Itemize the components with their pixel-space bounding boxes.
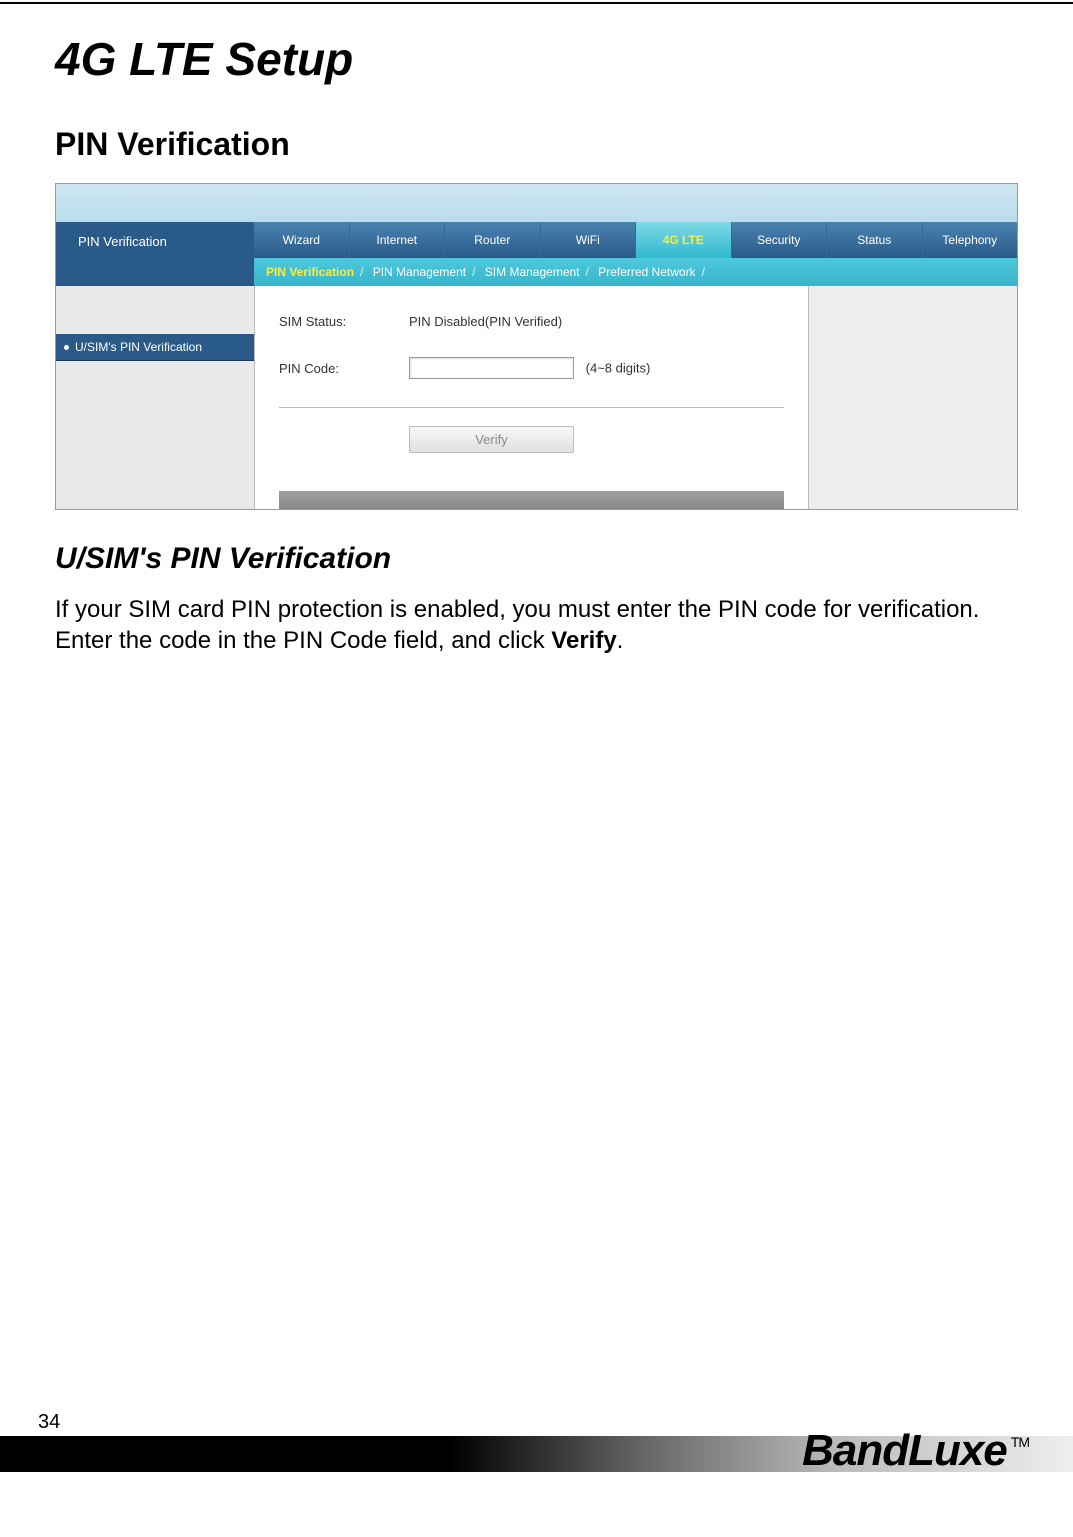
tab-router[interactable]: Router [444,222,540,258]
body-text-b: . [617,627,624,654]
tab-4g-lte[interactable]: 4G LTE [635,222,731,258]
tab-wifi[interactable]: WiFi [540,222,636,258]
sub-heading: U/SIM's PIN Verification [55,542,1018,576]
subnav-preferred-network[interactable]: Preferred Network [598,265,695,279]
sim-status-label: SIM Status: [279,314,409,329]
tab-security[interactable]: Security [731,222,827,258]
separator-icon: / [702,265,705,279]
sidebar-item-label: U/SIM's PIN Verification [75,340,202,354]
content-bottom-bar [279,491,784,509]
subnav-sim-management[interactable]: SIM Management [485,265,580,279]
main-heading: 4G LTE Setup [55,32,1018,86]
sidebar-item-pin-verification[interactable]: U/SIM's PIN Verification [56,334,254,361]
subnav-pin-management[interactable]: PIN Management [373,265,466,279]
brand-logo: BandLuxeTM [802,1426,1029,1476]
section-heading: PIN Verification [55,126,1018,163]
brand-text: BandLuxe [802,1426,1007,1475]
verify-button[interactable]: Verify [409,426,574,453]
tab-telephony[interactable]: Telephony [922,222,1018,258]
main-tabs: Wizard Internet Router WiFi 4G LTE Secur… [254,222,1017,258]
trademark-icon: TM [1011,1434,1029,1450]
body-text-bold: Verify [551,627,616,654]
bullet-icon [64,345,69,350]
subnav-pin-verification[interactable]: PIN Verification [266,265,354,279]
content-right-pane [809,286,1017,509]
tab-internet[interactable]: Internet [349,222,445,258]
pin-code-label: PIN Code: [279,361,409,376]
page-number: 34 [38,1411,60,1434]
pin-hint: (4~8 digits) [586,361,651,376]
body-text-a: If your SIM card PIN protection is enabl… [55,596,979,654]
sim-status-value: PIN Disabled(PIN Verified) [409,314,784,329]
separator-icon: / [586,265,589,279]
pin-code-input[interactable] [409,357,574,379]
separator-icon: / [472,265,475,279]
content-panel: SIM Status: PIN Disabled(PIN Verified) P… [254,286,809,509]
separator-icon: / [360,265,363,279]
tab-wizard[interactable]: Wizard [254,222,349,258]
divider [279,407,784,408]
sub-nav: PIN Verification / PIN Management / SIM Ma… [254,258,1017,286]
ui-top-bar [56,184,1017,222]
tab-status[interactable]: Status [826,222,922,258]
body-text: If your SIM card PIN protection is enabl… [55,594,1018,656]
side-title: PIN Verification [56,222,254,286]
router-ui-screenshot: PIN Verification Wizard Internet Router … [55,183,1018,510]
sidebar: U/SIM's PIN Verification [56,286,254,509]
